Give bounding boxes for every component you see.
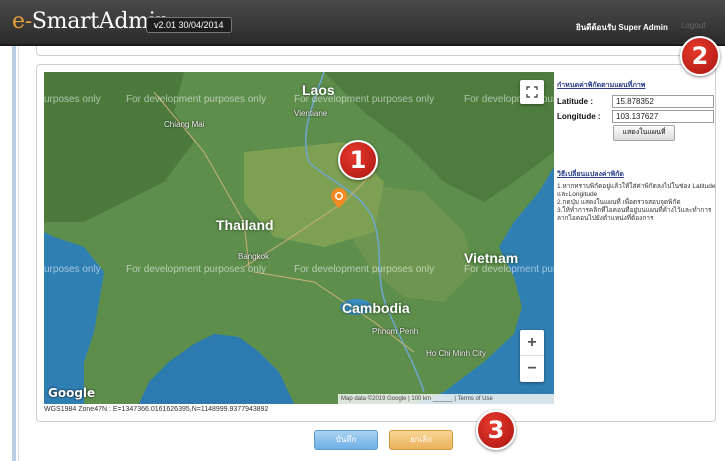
show-on-map-button[interactable]: แสดงในแผนที่ <box>613 125 675 141</box>
map-label-bangkok: Bangkok <box>238 252 270 261</box>
logout-link[interactable]: Logout <box>681 21 705 30</box>
longitude-input[interactable] <box>612 110 714 123</box>
dev-watermark: For development purposes only <box>126 94 267 105</box>
version-badge: v2.01 30/04/2014 <box>146 17 232 33</box>
top-panel <box>36 46 716 56</box>
zoom-control: + − <box>520 330 544 382</box>
map-label-cambodia: Cambodia <box>342 300 410 316</box>
dev-watermark: urposes only <box>44 264 101 275</box>
left-frame-line <box>18 46 19 461</box>
app-logo-prefix: e- <box>12 9 32 34</box>
map-label-thailand: Thailand <box>216 217 274 233</box>
fullscreen-icon <box>526 86 538 98</box>
callout-badge-1: 1 <box>338 140 378 180</box>
dev-watermark: For development purposes only <box>126 264 267 275</box>
map-attribution[interactable]: Map data ©2019 Google | 100 km ______ | … <box>338 394 554 404</box>
map-label-laos: Laos <box>302 82 335 98</box>
location-marker-icon[interactable] <box>331 188 347 208</box>
dev-watermark: urposes only <box>44 94 101 105</box>
right-panel-title: กำหนดค่าพิกัดตามแผนที่ภาพ <box>557 82 646 89</box>
dev-watermark: For development purposes only <box>294 264 435 275</box>
help-line: 2.กดปุ่ม แสดงในแผนที่ เพื่อตรวจสอบจุดพิก… <box>557 199 681 206</box>
page: e-SmartAdmin v2.01 30/04/2014 ยินดีต้อนร… <box>0 0 725 461</box>
latitude-input[interactable] <box>612 95 714 108</box>
longitude-label: Longitude : <box>557 112 601 121</box>
map-label-chiang-mai: Chiang Mai <box>164 120 205 129</box>
map-label-phnom-penh: Phnom Penh <box>372 327 419 336</box>
google-logo-text: Google <box>48 386 96 400</box>
coordinates-readout: WGS1984 Zone47N : E=1347366.0161626395,N… <box>44 406 269 413</box>
help-line: 1.หากทราบพิกัดอยู่แล้วให้ใส่ค่าพิกัดลงไป… <box>557 183 716 198</box>
google-logo: Google <box>48 386 95 400</box>
help-title: วิธีเปลี่ยนแปลงค่าพิกัด <box>557 171 624 178</box>
map-label-ho-chi-minh: Ho Chi Minh City <box>426 349 487 358</box>
top-header: e-SmartAdmin v2.01 30/04/2014 ยินดีต้อนร… <box>0 0 725 46</box>
callout-badge-2: 2 <box>680 36 720 76</box>
latitude-label: Latitude : <box>557 97 593 106</box>
map-label-vietnam: Vietnam <box>464 250 519 266</box>
save-button[interactable]: บันทึก <box>314 430 378 450</box>
help-line: 3.ให้ทำการคลิกที่ไอคอนที่อยู่บนแผนที่ค้า… <box>557 207 712 222</box>
cancel-button[interactable]: ยกเลิก <box>389 430 453 450</box>
callout-badge-3: 3 <box>476 410 516 450</box>
map-view[interactable]: urposes only For development purposes on… <box>44 72 554 404</box>
fullscreen-button[interactable] <box>520 80 544 104</box>
help-text: 1.หากทราบพิกัดอยู่แล้วให้ใส่ค่าพิกัดลงไป… <box>557 183 717 223</box>
map-label-vientiane: Vientiane <box>294 109 328 118</box>
welcome-user: ยินดีต้อนรับ Super Admin <box>576 23 668 32</box>
zoom-out-button[interactable]: − <box>520 356 544 382</box>
zoom-in-button[interactable]: + <box>520 330 544 356</box>
left-frame-bar <box>12 46 16 461</box>
